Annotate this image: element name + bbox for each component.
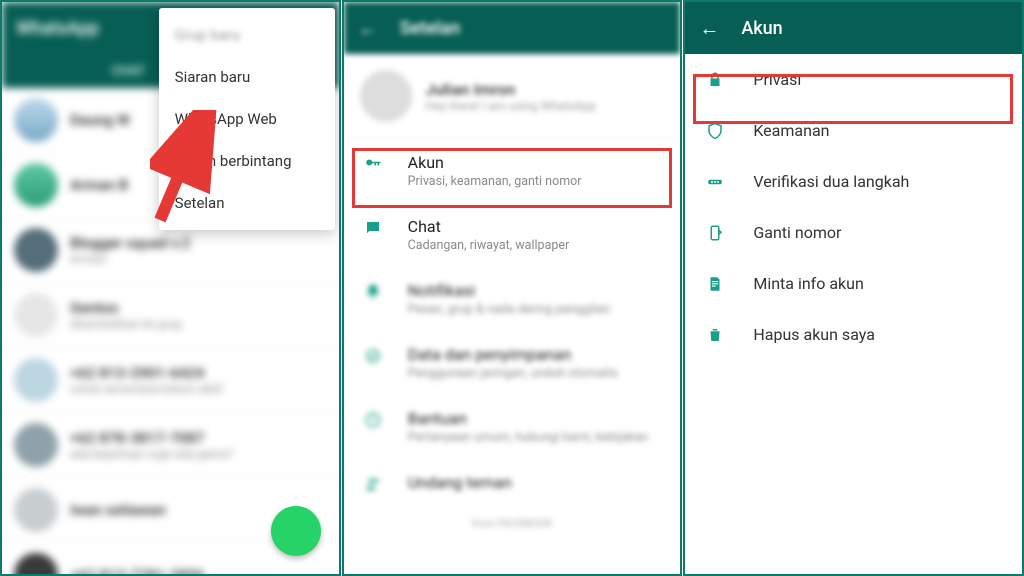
menu-settings[interactable]: Setelan <box>159 182 335 224</box>
key-icon <box>360 155 386 173</box>
chat-title[interactable]: Gentoo <box>70 299 327 317</box>
phone-icon <box>703 224 727 242</box>
panel-account: ← Akun Privasi Keamanan Verifikasi dua l… <box>683 0 1024 576</box>
row-desc: Cadangan, riwayat, wallpaper <box>408 238 570 253</box>
row-desc: Pertanyaan umum, hubungi kami, kebijakan <box>408 430 649 445</box>
invite-icon <box>360 475 386 493</box>
row-desc: Penggunaan jaringan, unduh otomatis <box>408 366 618 381</box>
chat-title[interactable]: Blogger squad v.2 <box>70 234 327 252</box>
appbar: ← Akun <box>685 2 1022 54</box>
panel-chat-list: WhatsApp CHAT Daung W Arman B Blogger sq… <box>0 0 341 576</box>
row-label: Hapus akun saya <box>753 325 875 344</box>
row-title: Bantuan <box>408 409 649 428</box>
row-label: Ganti nomor <box>753 223 841 242</box>
account-change-number[interactable]: Ganti nomor <box>685 207 1022 258</box>
row-label: Verifikasi dua langkah <box>753 172 909 191</box>
menu-whatsapp-web[interactable]: WhatsApp Web <box>159 98 335 140</box>
panel-settings: ← Setelan Julian Imron Hey there! I am u… <box>342 0 683 576</box>
avatar <box>360 70 412 122</box>
account-delete[interactable]: Hapus akun saya <box>685 309 1022 360</box>
row-title: Undang teman <box>408 473 512 492</box>
appbar: ← Setelan <box>344 2 681 54</box>
page-title: Setelan <box>400 18 461 39</box>
row-title: Akun <box>408 153 582 172</box>
overflow-menu: Grup baru Siaran baru WhatsApp Web Pesan… <box>159 8 335 230</box>
bell-icon <box>360 283 386 301</box>
row-label: Keamanan <box>753 121 829 140</box>
chat-title[interactable]: +62 813-7781-2856 <box>70 566 327 576</box>
row-label: Minta info akun <box>753 274 863 293</box>
back-icon[interactable]: ← <box>358 18 378 38</box>
new-chat-fab[interactable] <box>271 506 321 556</box>
help-icon: ? <box>360 411 386 429</box>
chat-title[interactable]: +62 813-2901-6424 <box>70 364 327 382</box>
trash-icon <box>703 326 727 344</box>
settings-account[interactable]: Akun Privasi, keamanan, ganti nomor <box>344 139 681 203</box>
settings-chat[interactable]: Chat Cadangan, riwayat, wallpaper <box>344 203 681 267</box>
profile-status: Hey there! I am using WhatsApp <box>426 99 596 113</box>
settings-help[interactable]: ? Bantuan Pertanyaan umum, hubungi kami, … <box>344 395 681 459</box>
row-title: Chat <box>408 217 570 236</box>
account-security[interactable]: Keamanan <box>685 105 1022 156</box>
app-title: WhatsApp <box>16 18 99 39</box>
lock-icon <box>703 71 727 89</box>
footer-text: from FACEBOOK <box>344 507 681 540</box>
dots-icon <box>703 173 727 191</box>
shield-icon <box>703 122 727 140</box>
svg-text:?: ? <box>370 416 375 427</box>
settings-notifications[interactable]: Notifikasi Pesan, grup & nada dering pang… <box>344 267 681 331</box>
account-request-info[interactable]: Minta info akun <box>685 258 1022 309</box>
menu-starred-messages[interactable]: Pesan berbintang <box>159 140 335 182</box>
chat-icon <box>360 219 386 237</box>
account-two-step[interactable]: Verifikasi dua langkah <box>685 156 1022 207</box>
back-icon[interactable]: ← <box>699 18 719 38</box>
settings-invite[interactable]: Undang teman <box>344 459 681 507</box>
row-label: Privasi <box>753 70 801 89</box>
doc-icon <box>703 275 727 293</box>
settings-data[interactable]: Data dan penyimpanan Penggunaan jaringan,… <box>344 331 681 395</box>
row-desc: Privasi, keamanan, ganti nomor <box>408 174 582 189</box>
row-title: Data dan penyimpanan <box>408 345 618 364</box>
profile-name: Julian Imron <box>426 80 596 99</box>
account-privacy[interactable]: Privasi <box>685 54 1022 105</box>
page-title: Akun <box>741 18 782 39</box>
menu-new-broadcast[interactable]: Siaran baru <box>159 56 335 98</box>
profile-row[interactable]: Julian Imron Hey there! I am using Whats… <box>344 54 681 139</box>
data-icon <box>360 347 386 365</box>
chat-title[interactable]: +62 878-3817-7087 <box>70 429 327 447</box>
row-title: Notifikasi <box>408 281 610 300</box>
row-desc: Pesan, grup & nada dering panggilan <box>408 302 610 317</box>
menu-new-group[interactable]: Grup baru <box>159 14 335 56</box>
